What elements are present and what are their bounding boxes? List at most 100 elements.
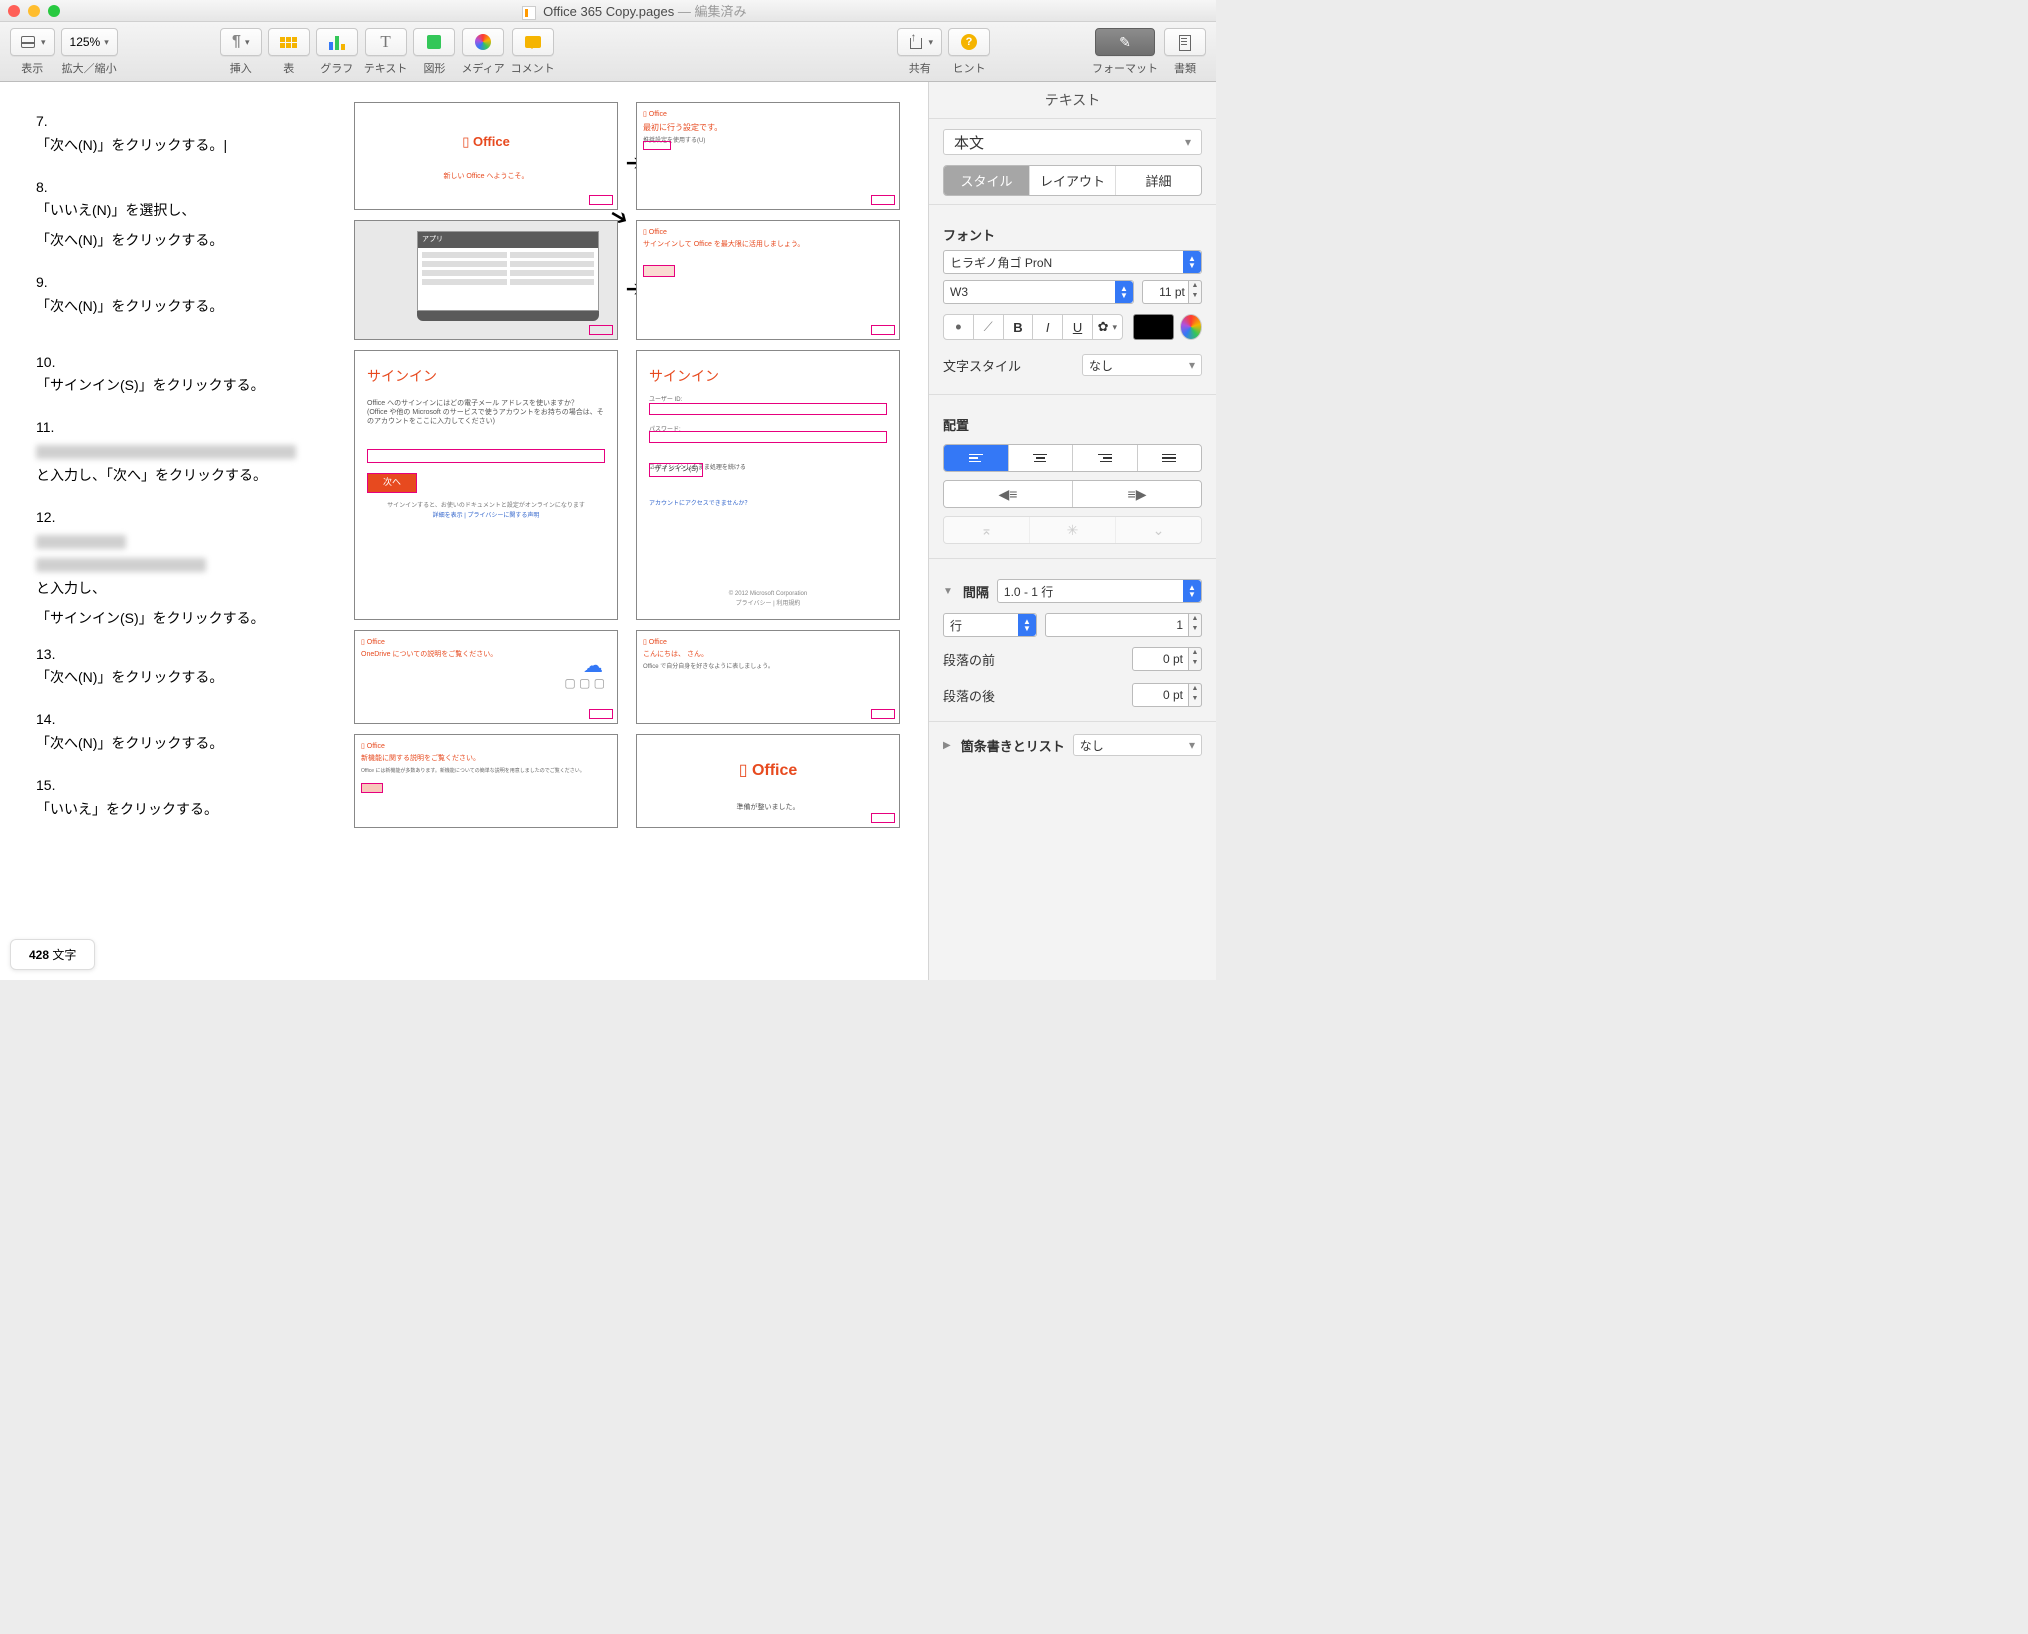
vertical-align-segment: ⌅ ✳ ⌄: [943, 516, 1202, 544]
document-button[interactable]: [1164, 28, 1206, 56]
comment-icon: [525, 36, 541, 48]
document-page-icon: [1176, 34, 1194, 50]
document-canvas[interactable]: 7. 「次へ(N)」をクリックする。 8. 「いいえ(N)」を選択し、 「次へ(…: [0, 82, 928, 980]
document-label: 書類: [1174, 60, 1196, 76]
shadow-button[interactable]: ⟋: [973, 314, 1004, 340]
font-section-header: フォント: [929, 213, 1216, 250]
thumbnail: サインイン ユーザー ID: パスワード: ☑ サインインしたまま処理を続ける …: [636, 350, 900, 620]
valign-top-icon: ⌅: [981, 522, 993, 539]
indent-button[interactable]: ≡▶: [1073, 481, 1201, 507]
shape-button[interactable]: [413, 28, 455, 56]
align-justify-button[interactable]: [1138, 445, 1202, 471]
view-icon: [19, 34, 37, 50]
text-button[interactable]: T: [365, 28, 407, 56]
bullets-select[interactable]: なし▾: [1073, 734, 1202, 756]
before-paragraph-label: 段落の前: [943, 650, 995, 669]
line-spacing-value[interactable]: 1▲▼: [1045, 613, 1202, 637]
tab-style[interactable]: スタイル: [944, 166, 1030, 195]
align-right-button[interactable]: [1073, 445, 1138, 471]
share-icon: [906, 34, 924, 50]
font-weight-select[interactable]: W3▲▼: [943, 280, 1134, 304]
bullets-header: 箇条書きとリスト: [961, 736, 1065, 755]
shape-label: 図形: [423, 60, 445, 76]
outdent-button[interactable]: ◀≡: [944, 481, 1073, 507]
window-title: Office 365 Copy.pages — 編集済み: [60, 1, 1208, 20]
valign-middle-icon: ✳: [1067, 522, 1079, 539]
table-button[interactable]: [268, 28, 310, 56]
indent-icon: ≡▶: [1128, 486, 1147, 503]
after-paragraph-field[interactable]: 0 pt▲▼: [1132, 683, 1202, 707]
zoom-icon[interactable]: [48, 5, 60, 17]
inspector-title: テキスト: [929, 82, 1216, 119]
thumbnail: アプリ: [354, 220, 618, 340]
before-paragraph-field[interactable]: 0 pt▲▼: [1132, 647, 1202, 671]
underline-button[interactable]: U: [1062, 314, 1093, 340]
zoom-label: 拡大／縮小: [62, 60, 117, 76]
hint-button[interactable]: ?: [948, 28, 990, 56]
align-left-icon: [969, 454, 983, 463]
view-button[interactable]: ▾: [10, 28, 55, 56]
font-options-button[interactable]: ✿▾: [1092, 314, 1123, 340]
word-count[interactable]: 428 文字: [10, 939, 95, 970]
view-label: 表示: [21, 60, 43, 76]
char-style-label: 文字スタイル: [943, 356, 1021, 375]
align-center-button[interactable]: [1009, 445, 1074, 471]
hint-label: ヒント: [953, 60, 986, 76]
char-style-select[interactable]: なし▾: [1082, 354, 1202, 376]
paragraph-style-select[interactable]: 本文▾: [943, 129, 1202, 155]
thumbnail: ▯ Office OneDrive についての説明をご覧ください。 ☁ ▢ ▢ …: [354, 630, 618, 724]
thumbnail: ▯ Office 新しい Office へようこそ。: [354, 102, 618, 210]
text-color-well[interactable]: [1133, 314, 1174, 340]
comment-button[interactable]: [512, 28, 554, 56]
chart-button[interactable]: [316, 28, 358, 56]
window-controls: [8, 5, 60, 17]
tab-layout[interactable]: レイアウト: [1030, 166, 1116, 195]
text-label: テキスト: [364, 60, 408, 76]
align-left-button[interactable]: [944, 445, 1009, 471]
textbox-icon: T: [380, 32, 390, 52]
line-spacing-select[interactable]: 行▲▼: [943, 613, 1037, 637]
pilcrow-icon: ¶: [232, 33, 241, 51]
align-center-icon: [1033, 454, 1047, 463]
text-align-segment: [943, 444, 1202, 472]
tab-more[interactable]: 詳細: [1116, 166, 1201, 195]
disclosure-triangle-icon[interactable]: ▼: [943, 586, 953, 597]
after-paragraph-label: 段落の後: [943, 686, 995, 705]
outdent-icon: ◀≡: [999, 486, 1018, 503]
thumbnail: ▯ Office 最初に行う設定です。 推奨設定を使用する(U): [636, 102, 900, 210]
zoom-button[interactable]: 125%▾: [61, 28, 118, 56]
brush-icon: ✎: [1119, 34, 1131, 51]
insert-button[interactable]: ¶▾: [220, 28, 262, 56]
valign-bottom-button[interactable]: ⌄: [1116, 517, 1201, 543]
share-label: 共有: [909, 60, 931, 76]
disclosure-triangle-icon[interactable]: ▶: [943, 740, 951, 751]
bold-button[interactable]: B: [1003, 314, 1034, 340]
insert-label: 挿入: [230, 60, 252, 76]
minimize-icon[interactable]: [28, 5, 40, 17]
align-justify-icon: [1162, 454, 1176, 463]
chart-icon: [329, 34, 345, 50]
thumbnail: ▯ Office 準備が整いました。: [636, 734, 900, 828]
font-size-field[interactable]: 11 pt▲▼: [1142, 280, 1202, 304]
italic-button[interactable]: I: [1032, 314, 1063, 340]
valign-middle-button[interactable]: ✳: [1030, 517, 1116, 543]
valign-top-button[interactable]: ⌅: [944, 517, 1030, 543]
document-text[interactable]: 7. 「次へ(N)」をクリックする。 8. 「いいえ(N)」を選択し、 「次へ(…: [36, 102, 336, 828]
spacing-preset-select[interactable]: 1.0 - 1 行▲▼: [997, 579, 1202, 603]
close-icon[interactable]: [8, 5, 20, 17]
zoom-value: 125%: [70, 35, 101, 49]
thumbnail: ▯ Office 新機能に関する説明をご覧ください。 Office には新機能が…: [354, 734, 618, 828]
valign-bottom-icon: ⌄: [1153, 522, 1165, 539]
font-family-select[interactable]: ヒラギノ角ゴ ProN▲▼: [943, 250, 1202, 274]
thumbnail: サインイン Office へのサインインにはどの電子メール アドレスを使いますか…: [354, 350, 618, 620]
chart-label: グラフ: [320, 60, 353, 76]
format-button[interactable]: ✎: [1095, 28, 1155, 56]
shape-icon: [427, 35, 441, 49]
share-button[interactable]: ▾: [897, 28, 942, 56]
media-button[interactable]: [462, 28, 504, 56]
hint-icon: ?: [961, 34, 977, 50]
media-label: メディア: [461, 60, 504, 76]
toolbar: ▾ 表示 125%▾ 拡大／縮小 ¶▾ 挿入 表 グラフ T テキスト 図形 メ…: [0, 22, 1216, 82]
color-wheel-icon[interactable]: [1180, 314, 1202, 340]
strike-button[interactable]: •: [943, 314, 974, 340]
